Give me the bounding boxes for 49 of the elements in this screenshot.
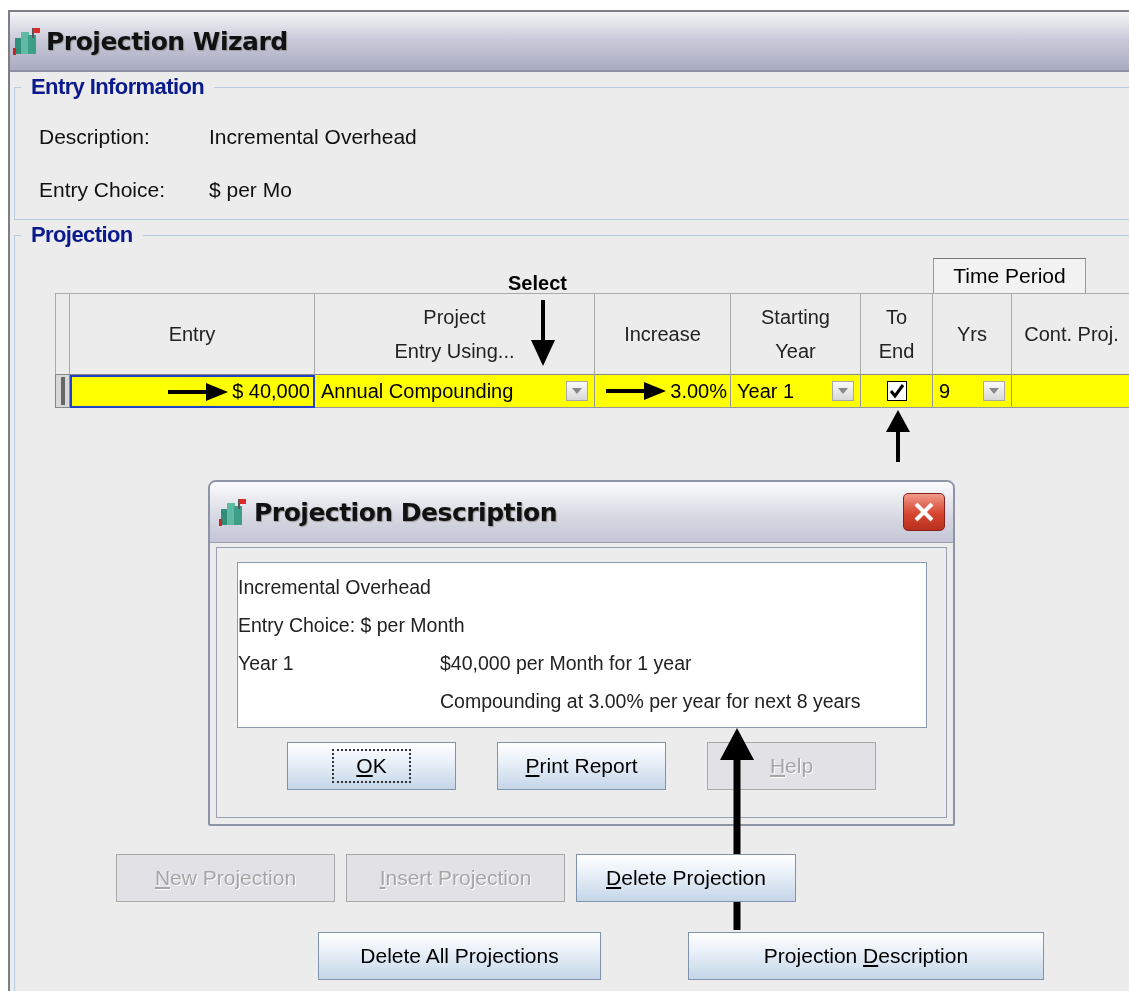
dialog-title: Projection Description <box>254 497 559 527</box>
app-icon <box>12 26 42 56</box>
row-header[interactable] <box>55 375 70 408</box>
section-title: Entry Information <box>30 74 206 100</box>
dropdown-button[interactable] <box>832 381 854 401</box>
column-header[interactable]: Starting Year <box>731 293 861 375</box>
window-title: Projection Wizard <box>46 26 288 56</box>
field-value: $ per Mo <box>209 177 292 202</box>
delete-projection-button[interactable]: Delete Projection <box>576 854 796 902</box>
print-report-button[interactable]: Print Report <box>497 742 666 790</box>
caret-icon <box>989 388 999 394</box>
table-cell[interactable]: $ 40,000 <box>70 375 315 408</box>
description-text: Year 1 <box>238 651 295 677</box>
column-header[interactable]: Increase <box>595 293 731 375</box>
column-group-header: Time Period <box>933 258 1086 293</box>
description-text: $40,000 per Month for 1 year <box>440 651 692 677</box>
field-label: Entry Choice: <box>39 177 167 202</box>
caret-icon <box>838 388 848 394</box>
caret-icon <box>572 388 582 394</box>
close-icon <box>912 500 936 524</box>
field-value: Incremental Overhead <box>209 124 417 149</box>
field-label: Description: <box>39 124 151 149</box>
app-icon <box>218 497 248 527</box>
column-header[interactable]: Project Entry Using... <box>315 293 595 375</box>
description-text: Compounding at 3.00% per year for next 8 years <box>440 689 861 715</box>
description-text: Entry Choice: $ per Month <box>238 613 465 639</box>
right-arrow <box>168 381 229 402</box>
ok-button[interactable]: OK <box>287 742 456 790</box>
dropdown-button[interactable] <box>983 381 1005 401</box>
close-button[interactable] <box>903 493 945 531</box>
column-header[interactable]: To End <box>861 293 933 375</box>
column-header[interactable]: Cont. Proj. <box>1012 293 1129 375</box>
checkbox[interactable] <box>886 381 907 401</box>
dropdown-button[interactable] <box>566 381 588 401</box>
column-header[interactable]: Yrs <box>933 293 1012 375</box>
down-arrow <box>531 300 555 366</box>
right-arrow <box>606 381 667 401</box>
section-title: Projection <box>30 222 134 248</box>
up-arrow <box>886 410 910 462</box>
table-cell[interactable]: 3.00% <box>595 375 731 408</box>
column-header[interactable]: Entry <box>70 293 315 375</box>
description-text: Incremental Overhead <box>238 575 432 601</box>
annotation-label: Select <box>508 272 567 295</box>
dropdown-cell[interactable]: 9 <box>933 375 1012 408</box>
table-cell[interactable] <box>1012 375 1129 408</box>
dropdown-cell[interactable]: Year 1 <box>731 375 861 408</box>
dropdown-cell[interactable]: Annual Compounding <box>315 375 595 408</box>
delete-all-projections-button[interactable]: Delete All Projections <box>318 932 601 980</box>
projection-description-button[interactable]: Projection Description <box>688 932 1044 980</box>
